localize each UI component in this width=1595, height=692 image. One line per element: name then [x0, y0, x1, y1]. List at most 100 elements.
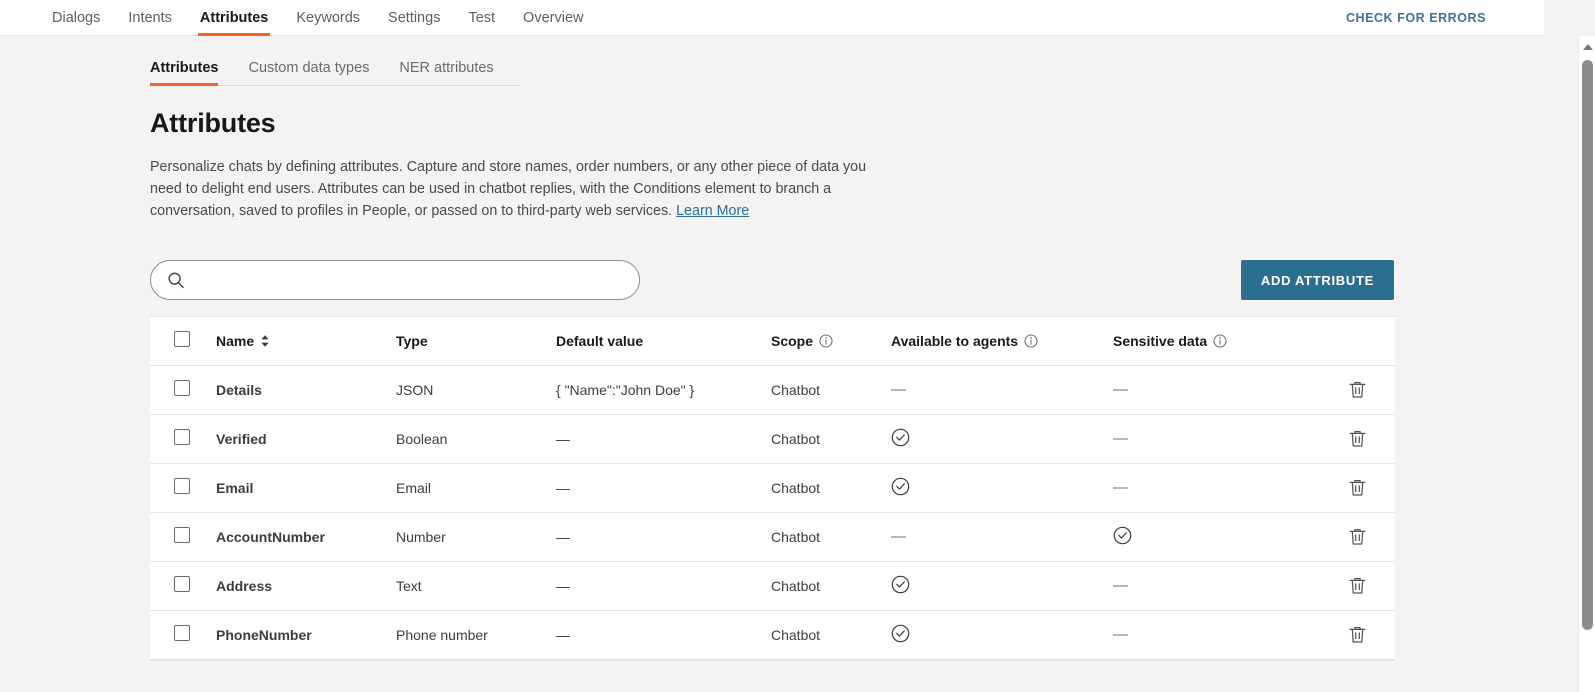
vertical-scrollbar[interactable] [1578, 36, 1595, 692]
cell-name: Address [216, 561, 396, 611]
cell-sensitive-data: — [1113, 463, 1313, 513]
cell-sensitive-data: — [1113, 610, 1313, 659]
table-row[interactable]: PhoneNumber Phone number — Chatbot — [150, 610, 1395, 659]
cell-name: Email [216, 463, 396, 513]
check-for-errors-link[interactable]: CHECK FOR ERRORS [1346, 0, 1486, 36]
table-row[interactable]: Email Email — Chatbot — [150, 463, 1395, 513]
trash-icon[interactable] [1348, 478, 1367, 497]
edit-pencil-icon[interactable] [1313, 625, 1332, 644]
column-header-sensitive-data: Sensitive data [1113, 317, 1313, 366]
column-header-default-value: Default value [556, 317, 771, 366]
column-header-sensitive-data-label: Sensitive data [1113, 332, 1208, 349]
attributes-table-card: Name Type Default value Scope Available … [150, 316, 1395, 661]
top-nav-item-attributes[interactable]: Attributes [186, 0, 282, 36]
cell-default-value: — [556, 414, 771, 464]
row-select-cell [150, 414, 216, 464]
sensitive-data-value: — [1113, 626, 1128, 644]
cell-sensitive-data: — [1113, 414, 1313, 464]
row-select-cell [150, 365, 216, 415]
column-header-available-to-agents: Available to agents [891, 317, 1113, 366]
cell-name: AccountNumber [216, 512, 396, 562]
sub-tab-custom-data-types[interactable]: Custom data types [248, 60, 369, 85]
check-circle-icon [891, 624, 910, 643]
column-header-scope-label: Scope [771, 332, 814, 349]
search-input[interactable] [193, 261, 623, 299]
top-nav-item-overview[interactable]: Overview [509, 0, 597, 36]
row-checkbox[interactable] [174, 576, 190, 592]
cell-sensitive-data: — [1113, 561, 1313, 611]
cell-scope: Chatbot [771, 512, 891, 562]
edit-pencil-icon[interactable] [1313, 380, 1332, 399]
cell-actions [1313, 463, 1395, 513]
trash-icon[interactable] [1348, 576, 1367, 595]
column-header-name-label: Name [216, 332, 255, 349]
cell-default-value: { "Name":"John Doe" } [556, 365, 771, 415]
add-attribute-button[interactable]: ADD ATTRIBUTE [1240, 260, 1394, 300]
cell-actions [1313, 365, 1395, 415]
sort-icon[interactable] [260, 334, 270, 348]
cell-available-to-agents [891, 610, 1113, 659]
cell-name: PhoneNumber [216, 626, 312, 643]
table-row[interactable]: Address Text — Chatbot — [150, 561, 1395, 611]
row-select-cell [150, 512, 216, 562]
table-row[interactable]: Verified Boolean — Chatbot — [150, 414, 1395, 464]
top-nav-item-keywords[interactable]: Keywords [282, 0, 374, 36]
cell-type: Number [396, 512, 556, 562]
column-header-type: Type [396, 317, 556, 366]
edit-pencil-icon[interactable] [1313, 576, 1332, 595]
cell-type: Email [396, 463, 556, 513]
edit-pencil-icon[interactable] [1313, 478, 1332, 497]
cell-scope: Chatbot [771, 626, 821, 643]
row-checkbox[interactable] [174, 380, 190, 396]
column-header-available-to-agents-label: Available to agents [891, 332, 1019, 349]
top-navigation-bar: Dialogs Intents Attributes Keywords Settings… [0, 0, 1544, 36]
row-select-cell [150, 610, 216, 659]
top-nav-item-settings[interactable]: Settings [374, 0, 454, 36]
scrollbar-thumb[interactable] [1582, 60, 1593, 630]
info-icon[interactable] [819, 334, 833, 348]
trash-icon[interactable] [1348, 625, 1367, 644]
cell-available-to-agents: — [891, 512, 1113, 562]
table-row[interactable]: AccountNumber Number — Chatbot — [150, 512, 1395, 562]
info-icon[interactable] [1213, 334, 1227, 348]
row-checkbox[interactable] [174, 478, 190, 494]
check-circle-icon [891, 575, 910, 594]
available-to-agents-value: — [891, 528, 906, 545]
cell-default-value: — [556, 626, 570, 643]
select-all-checkbox[interactable] [174, 331, 190, 348]
top-nav-item-dialogs[interactable]: Dialogs [38, 0, 114, 36]
cell-type: Boolean [396, 414, 556, 464]
check-circle-icon [1113, 526, 1132, 545]
cell-scope: Chatbot [771, 463, 891, 513]
row-checkbox[interactable] [174, 527, 190, 543]
trash-icon[interactable] [1348, 429, 1367, 448]
trash-icon[interactable] [1348, 527, 1367, 546]
info-icon[interactable] [1024, 334, 1038, 348]
top-nav-item-intents[interactable]: Intents [114, 0, 186, 36]
trash-icon[interactable] [1348, 380, 1367, 399]
table-header-row: Name Type Default value Scope Available … [150, 317, 1395, 366]
sub-tab-attributes[interactable]: Attributes [150, 60, 219, 86]
learn-more-link[interactable]: Learn More [676, 203, 749, 219]
row-checkbox[interactable] [174, 625, 190, 642]
table-row[interactable]: Details JSON{ "Name":"John Doe" } Chatbot —… [150, 365, 1395, 415]
check-circle-icon [891, 477, 910, 496]
content-area: Attributes Custom data types NER attribute… [0, 36, 1544, 692]
edit-pencil-icon[interactable] [1313, 527, 1332, 546]
row-select-cell [150, 463, 216, 513]
cell-available-to-agents: — [891, 365, 1113, 415]
app-root: Dialogs Intents Attributes Keywords Settings… [0, 0, 1595, 692]
scroll-up-arrow-icon[interactable] [1579, 39, 1595, 55]
top-nav-item-test[interactable]: Test [454, 0, 509, 36]
attributes-table: Name Type Default value Scope Available … [150, 317, 1395, 659]
column-header-name[interactable]: Name [216, 317, 396, 366]
row-checkbox[interactable] [174, 429, 190, 445]
search-box[interactable] [150, 260, 640, 300]
cell-scope: Chatbot [771, 365, 891, 415]
row-select-cell [150, 561, 216, 611]
edit-pencil-icon[interactable] [1313, 429, 1332, 448]
page-description-text: Personalize chats by defining attributes… [150, 159, 867, 219]
cell-scope: Chatbot [771, 561, 891, 611]
sub-tab-ner-attributes[interactable]: NER attributes [399, 60, 493, 85]
column-header-default-value-label: Default value [556, 332, 644, 349]
